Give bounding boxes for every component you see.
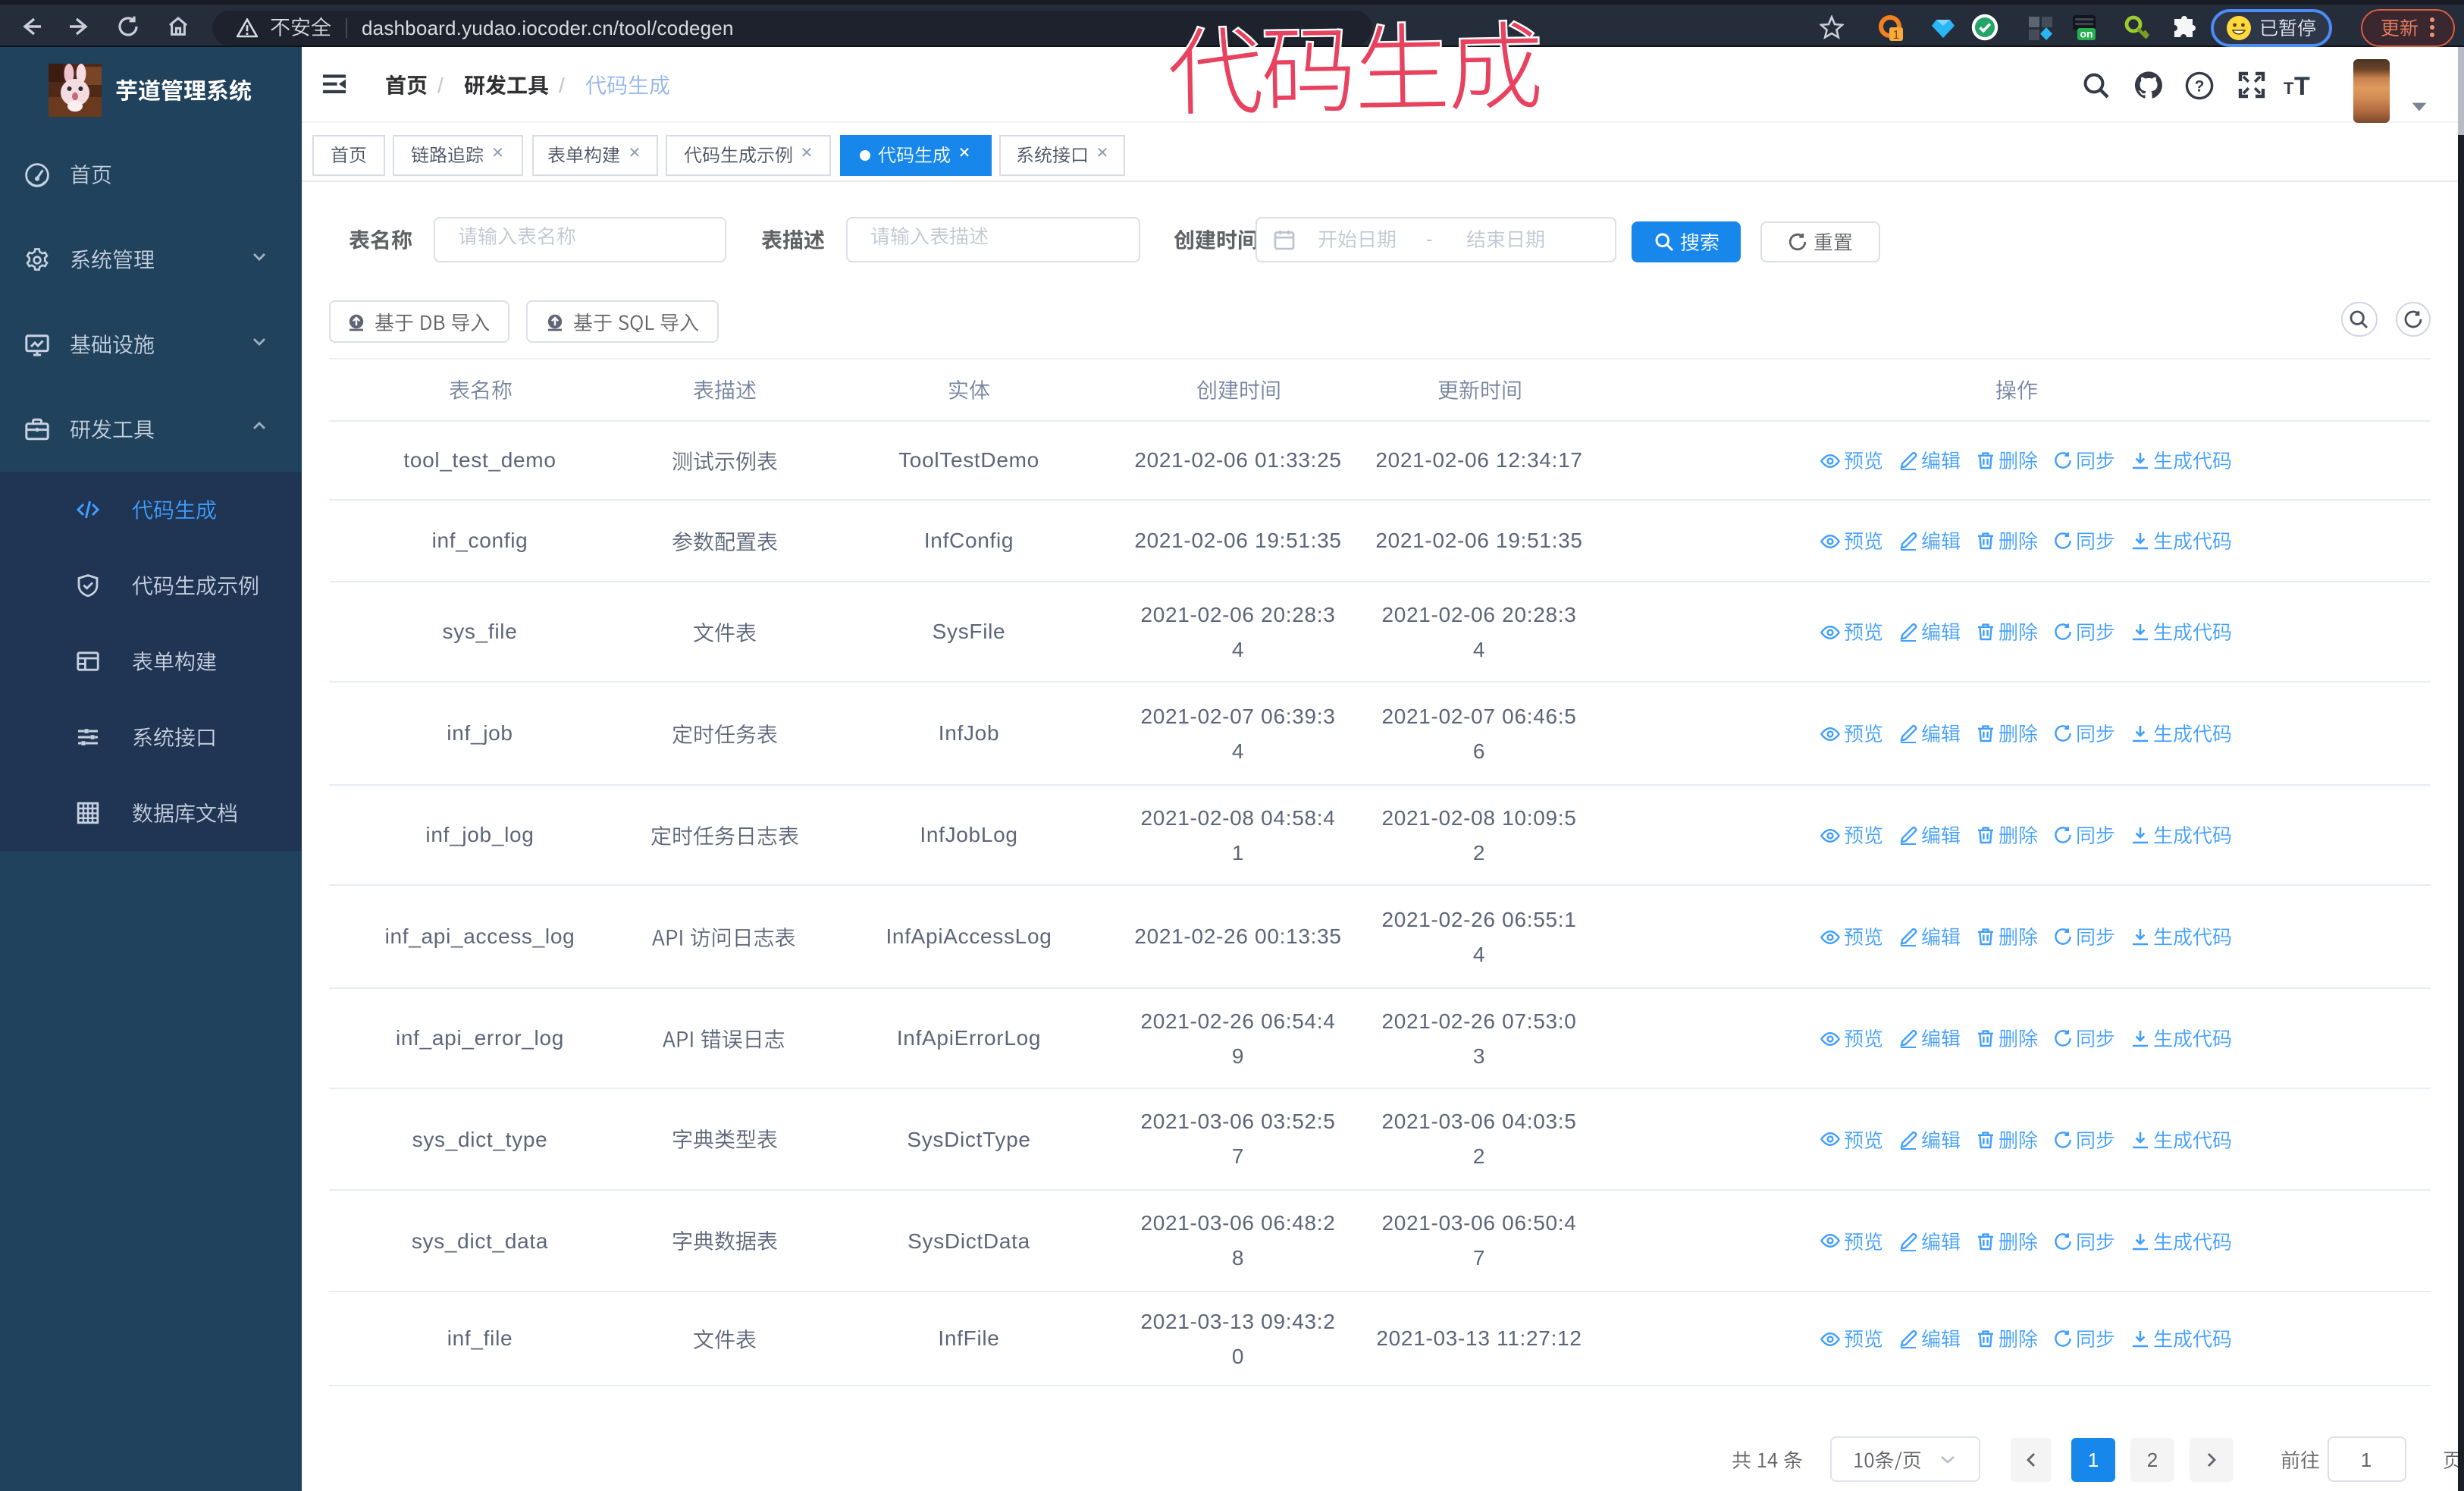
svg-text:T: T <box>2293 72 2309 99</box>
svg-text:?: ? <box>2195 77 2205 94</box>
svg-text:1: 1 <box>1892 28 1899 40</box>
svg-text:T: T <box>2283 79 2293 98</box>
svg-text:on: on <box>2080 28 2093 40</box>
